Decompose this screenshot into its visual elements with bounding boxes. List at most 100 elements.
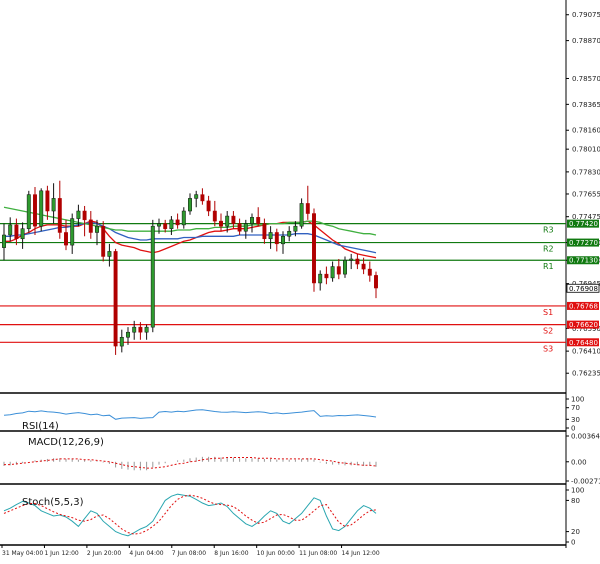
- candle-body: [138, 326, 143, 333]
- time-tick-label: 4 Jun 04:00: [129, 550, 163, 557]
- candle-body: [287, 230, 292, 237]
- macd-tick-label: 0.003643: [571, 433, 600, 441]
- candle: [39, 188, 44, 232]
- candle-body: [219, 220, 223, 227]
- price-tick-label: 0.78570: [572, 75, 600, 83]
- price-tick-label: 0.78010: [572, 146, 600, 154]
- price-tick-label: 0.76410: [572, 348, 600, 356]
- candle-body: [51, 198, 56, 212]
- candle-body: [64, 232, 68, 246]
- candle-body: [225, 215, 230, 227]
- candle-body: [126, 331, 130, 338]
- candle-body: [57, 198, 62, 233]
- price-tick-label: 0.78870: [572, 37, 600, 45]
- candle-body: [343, 259, 347, 275]
- rsi-title: RSI(14): [22, 421, 59, 432]
- candle-body: [281, 236, 285, 245]
- candle-body: [349, 258, 354, 261]
- candle-body: [8, 224, 13, 236]
- time-tick-label: 14 Jun 12:00: [342, 550, 380, 557]
- candle-body: [101, 225, 106, 257]
- candle-body: [293, 225, 298, 232]
- time-tick-label: 7 Jun 08:00: [172, 550, 206, 557]
- rsi-tick-label: 30: [571, 416, 580, 424]
- level-price-label-r1: 0.77130: [569, 257, 598, 265]
- candle-body: [169, 219, 174, 229]
- macd-title: MACD(12,26,9): [28, 437, 104, 448]
- candle-body: [95, 225, 99, 233]
- time-tick-label: 31 May 04:00: [2, 550, 43, 557]
- candle-body: [2, 234, 6, 248]
- time-tick-label: 11 Jun 08:00: [299, 550, 337, 557]
- candle-body: [361, 263, 366, 270]
- chart-svg: 0.79075 0.78870 0.78570 0.78365 0.78160 0.780…: [0, 0, 600, 560]
- candle-body: [88, 219, 93, 233]
- candle-body: [237, 223, 242, 232]
- candle-body: [374, 275, 378, 289]
- rsi-tick-label: 0: [571, 425, 575, 433]
- candle-body: [212, 210, 217, 222]
- level-price-label-r3: 0.77420: [569, 220, 598, 228]
- candle: [101, 221, 106, 262]
- level-label-r1: R1: [543, 262, 554, 271]
- candle-body: [150, 225, 155, 328]
- time-tick-label: 1 Jun 12:00: [44, 550, 78, 557]
- candle-body: [367, 268, 372, 276]
- candle-body: [119, 336, 124, 347]
- candle-body: [330, 266, 335, 279]
- forex-chart: 0.79075 0.78870 0.78570 0.78365 0.78160 0.780…: [0, 0, 600, 560]
- candle-body: [318, 273, 323, 284]
- level-label-s1: S1: [543, 308, 553, 317]
- time-tick-label: 2 Jun 20:00: [87, 550, 121, 557]
- candle-body: [163, 223, 168, 229]
- candle-body: [256, 217, 261, 224]
- candle-body: [194, 194, 199, 199]
- price-tick-label: 0.78365: [572, 101, 600, 109]
- candle-body: [144, 326, 149, 333]
- price-tick-label: 0.77655: [572, 190, 600, 198]
- candle-body: [268, 232, 273, 240]
- current-price-label: 0.76908: [569, 285, 598, 293]
- level-label-r3: R3: [543, 226, 554, 235]
- candle-body: [39, 190, 44, 227]
- stoch-tick-label: 80: [571, 497, 580, 505]
- candle-body: [132, 326, 137, 333]
- level-price-label-s2: 0.76620: [569, 321, 598, 329]
- candle: [150, 219, 155, 333]
- candle: [312, 208, 316, 292]
- candle-body: [262, 223, 267, 240]
- candle-body: [107, 251, 112, 257]
- stoch-title: Stoch(5,5,3): [22, 497, 84, 508]
- stoch-tick-label: 20: [571, 528, 580, 536]
- candle-body: [70, 218, 75, 246]
- candle-body: [33, 194, 37, 227]
- candle-body: [250, 217, 254, 224]
- candle-body: [336, 266, 341, 275]
- level-label-r2: R2: [543, 245, 554, 254]
- price-tick-label: 0.76235: [572, 370, 600, 378]
- rsi-tick-label: 100: [571, 396, 584, 404]
- price-tick-label: 0.79075: [572, 11, 600, 19]
- candle-body: [113, 251, 118, 347]
- time-tick-label: 10 Jun 00:00: [257, 550, 295, 557]
- rsi-tick-label: 70: [571, 404, 580, 412]
- candle-body: [299, 203, 304, 227]
- candle-body: [26, 194, 31, 229]
- candle-body: [355, 258, 360, 265]
- candle-body: [20, 228, 25, 240]
- candle-body: [188, 198, 192, 212]
- candle-body: [82, 210, 87, 221]
- level-label-s2: S2: [543, 327, 553, 336]
- price-tick-label: 0.78160: [572, 127, 600, 135]
- candle-body: [45, 190, 50, 212]
- macd-tick-label: 0.00: [571, 458, 587, 466]
- candle-body: [243, 223, 248, 232]
- candle: [113, 248, 118, 355]
- level-price-label-s3: 0.76480: [569, 339, 598, 347]
- stoch-tick-label: 100: [571, 487, 584, 495]
- candle-body: [14, 224, 19, 240]
- level-label-s3: S3: [543, 344, 553, 353]
- chart-background: [0, 0, 600, 560]
- candle-body: [324, 273, 329, 279]
- macd-tick-label: -0.002716: [571, 478, 600, 486]
